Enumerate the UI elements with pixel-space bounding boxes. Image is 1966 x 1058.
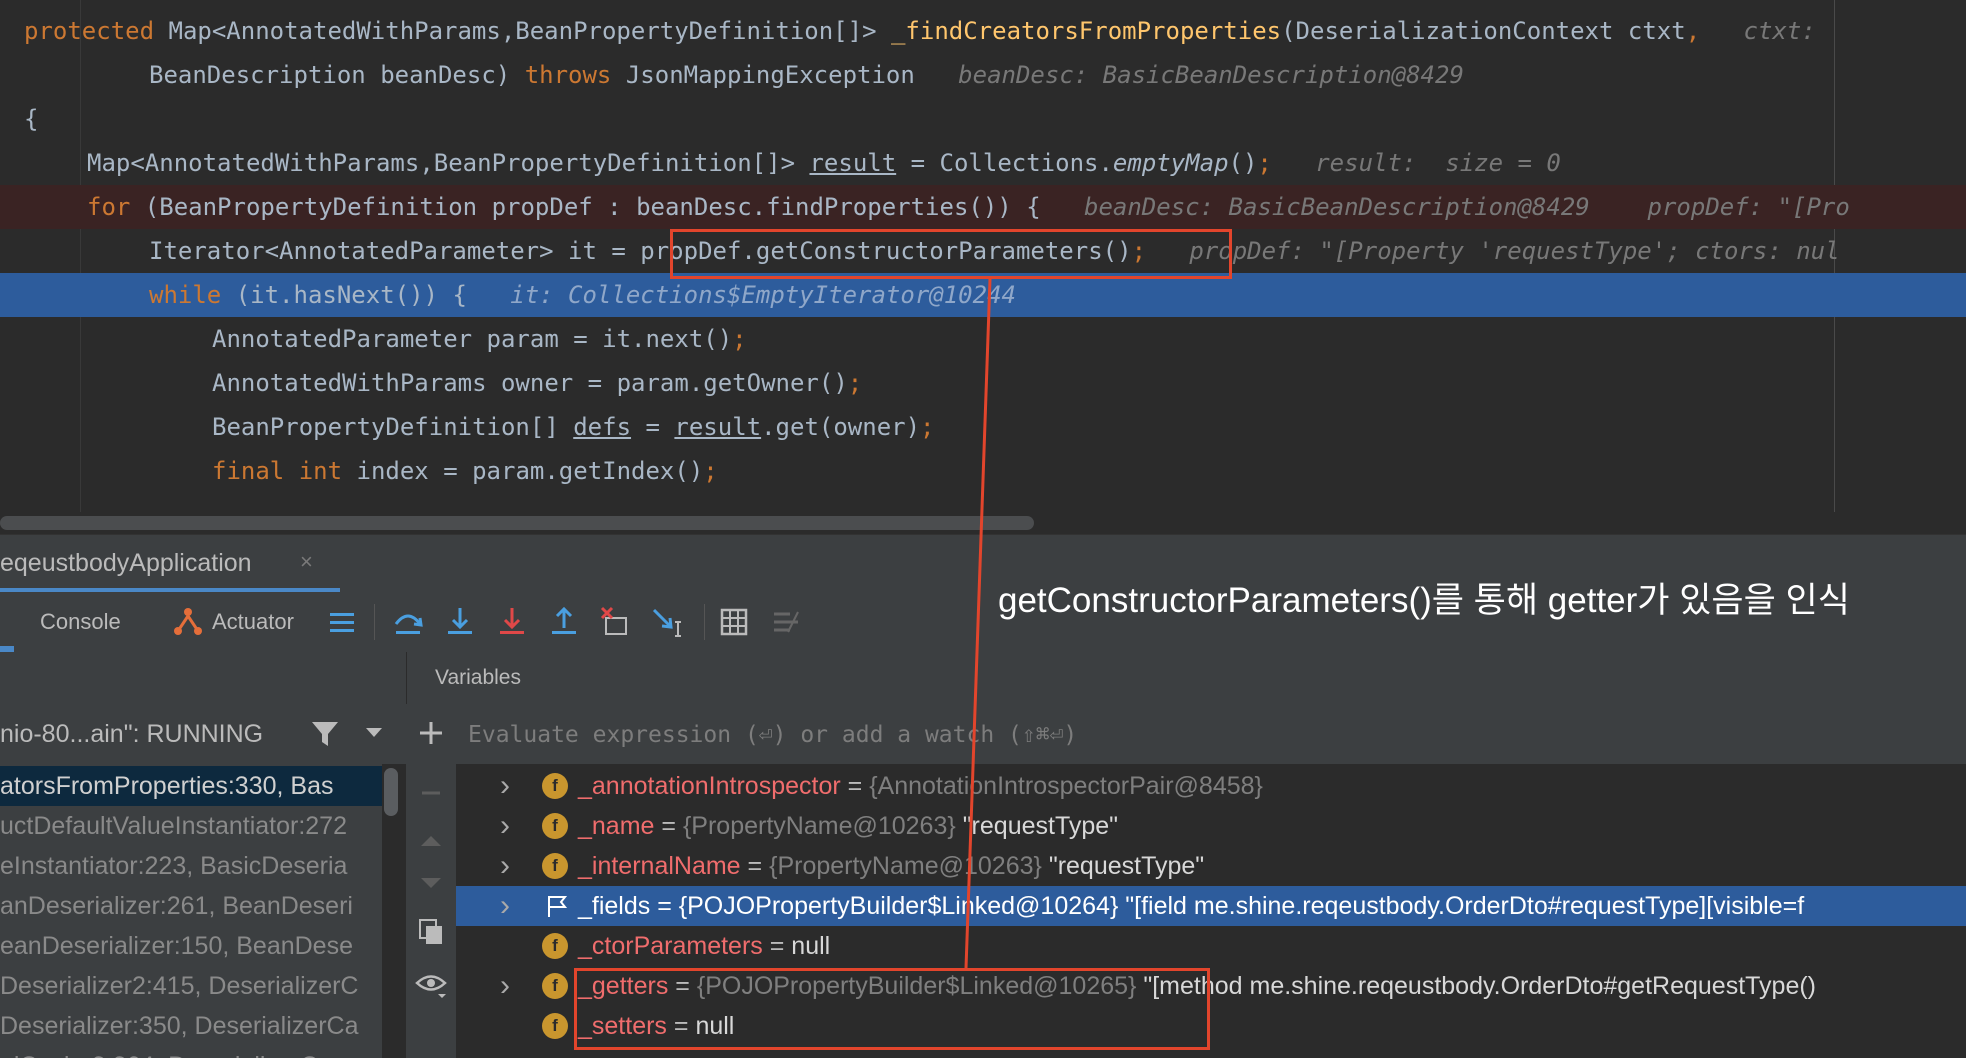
annotation-caption: getConstructorParameters()를 통해 getter가 있… xyxy=(998,581,1850,620)
annotation-connector xyxy=(964,278,992,969)
